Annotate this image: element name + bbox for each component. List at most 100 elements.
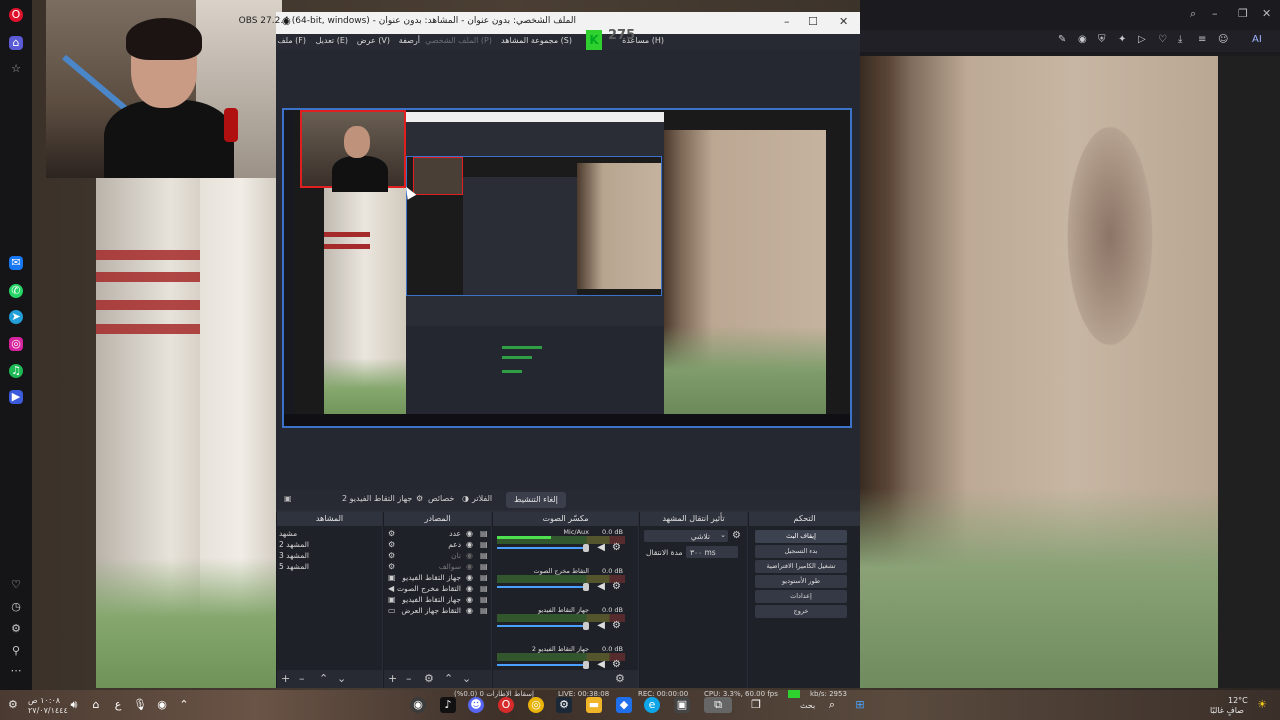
source-item[interactable]: دعم xyxy=(448,540,461,549)
move-up-button[interactable]: ⌃ xyxy=(319,672,328,685)
maximize-button[interactable]: ☐ xyxy=(808,15,818,28)
menu-icon[interactable]: ≡ xyxy=(1198,34,1206,45)
heart-outline-icon[interactable]: ♡ xyxy=(1158,34,1167,45)
source-item[interactable]: تان xyxy=(451,551,461,560)
mute-speaker-icon[interactable]: ◀ xyxy=(597,581,605,592)
transition-gear-icon[interactable]: ⚙ xyxy=(732,530,741,541)
visibility-eye-icon[interactable]: ◉ xyxy=(466,584,473,593)
menu-file[interactable]: ملف (F) xyxy=(277,36,306,45)
source-item[interactable]: التقاط مخرج الصوت xyxy=(397,584,461,593)
lock-icon[interactable]: ▤ xyxy=(480,573,488,582)
visibility-eye-icon[interactable]: ◉ xyxy=(466,551,473,560)
scene-item[interactable]: المشهد 2 xyxy=(279,540,309,549)
volume-slider[interactable] xyxy=(497,664,589,666)
speed-dial-icon[interactable]: ☆ xyxy=(9,62,23,76)
source-item[interactable]: عدد xyxy=(449,529,461,538)
language-indicator-icon[interactable]: ع xyxy=(110,697,126,713)
menu-edit[interactable]: تعديل (E) xyxy=(316,36,348,45)
volume-slider-knob[interactable] xyxy=(583,661,589,669)
move-down-button[interactable]: ⌄ xyxy=(462,672,471,685)
search-label[interactable]: بحث xyxy=(800,701,815,710)
lock-icon[interactable]: ▤ xyxy=(480,562,488,571)
close-button[interactable]: ✕ xyxy=(839,15,848,28)
studio-mode-button[interactable]: طور الأستوديو xyxy=(755,575,847,588)
channel-gear-icon[interactable]: ⚙ xyxy=(612,581,621,592)
clock-time[interactable]: ١٠:٠٨ ص xyxy=(28,696,60,705)
notification-icon[interactable]: ⚙ xyxy=(8,698,18,711)
mixer-gear-icon[interactable]: ⚙ xyxy=(615,672,625,685)
minimize-icon[interactable]: – xyxy=(1212,7,1218,20)
settings-gear-icon[interactable]: ⚙ xyxy=(9,622,23,636)
show-hidden-icons[interactable]: ⌃ xyxy=(176,697,192,713)
edit-icon[interactable]: ✎ xyxy=(1058,34,1066,45)
extensions-icon[interactable]: ✦ xyxy=(1118,34,1126,45)
player-icon[interactable]: ▶ xyxy=(9,390,23,404)
gear-icon[interactable]: ⚙ xyxy=(416,494,423,503)
stop-streaming-button[interactable]: إيقاف البث xyxy=(755,530,847,543)
app-icon[interactable]: ◆ xyxy=(616,697,632,713)
minimize-button[interactable]: – xyxy=(784,15,790,28)
volume-slider[interactable] xyxy=(497,625,589,627)
close-icon[interactable]: ✕ xyxy=(1262,7,1271,20)
settings-button[interactable]: إعدادات xyxy=(755,590,847,603)
history-icon[interactable]: ◷ xyxy=(9,600,23,614)
menu-scene-collection[interactable]: مجموعة المشاهد (S) xyxy=(501,36,572,45)
pin-icon[interactable]: ⚲ xyxy=(9,644,23,658)
source-item[interactable]: جهاز التقاط الفيديو xyxy=(402,595,461,604)
scene-item[interactable]: المشهد 5 xyxy=(279,562,309,571)
edge-icon[interactable]: e xyxy=(644,697,660,713)
discord-icon[interactable]: ☻ xyxy=(468,697,484,713)
deactivate-button[interactable]: إلغاء التنشيط xyxy=(506,492,566,508)
visibility-eye-icon[interactable]: ◉ xyxy=(466,606,473,615)
volume-slider-knob[interactable] xyxy=(583,544,589,552)
scene-preview[interactable] xyxy=(282,108,852,428)
source-item[interactable]: جهاز التقاط الفيديو xyxy=(402,573,461,582)
visibility-eye-icon[interactable]: ◉ xyxy=(466,562,473,571)
visibility-eye-icon[interactable]: ◉ xyxy=(466,573,473,582)
tiktok-icon[interactable]: ♪ xyxy=(440,697,456,713)
exit-button[interactable]: خروج xyxy=(755,605,847,618)
move-up-button[interactable]: ⌃ xyxy=(444,672,453,685)
lock-icon[interactable]: ▤ xyxy=(480,606,488,615)
clock-date[interactable]: ٢٧/٠٧/١٤٤٤ xyxy=(28,706,68,715)
mic-icon[interactable]: 🎙︎ xyxy=(132,697,148,713)
visibility-eye-icon[interactable]: ◉ xyxy=(466,595,473,604)
source-item[interactable]: التقاط جهاز العرض xyxy=(401,606,461,615)
heart-icon[interactable]: ♡ xyxy=(9,578,23,592)
channel-gear-icon[interactable]: ⚙ xyxy=(612,542,621,553)
mute-speaker-icon[interactable]: ◀ xyxy=(597,659,605,670)
search-icon[interactable]: ⌕ xyxy=(824,697,840,713)
file-explorer-icon[interactable]: ▬ xyxy=(586,697,602,713)
channel-gear-icon[interactable]: ⚙ xyxy=(612,620,621,631)
search-icon[interactable]: ⌕ xyxy=(1190,7,1196,21)
source-settings-gear-icon[interactable]: ⚙ xyxy=(424,672,434,685)
windows-start-icon[interactable]: ⊞ xyxy=(852,697,868,713)
opera-icon[interactable]: O xyxy=(498,697,514,713)
remove-scene-button[interactable]: – xyxy=(299,672,305,685)
home-icon[interactable]: ⌂ xyxy=(9,36,23,50)
mute-speaker-icon[interactable]: ◀ xyxy=(597,542,605,553)
lock-icon[interactable]: ▤ xyxy=(480,551,488,560)
network-icon[interactable]: ⌂ xyxy=(88,697,104,713)
whatsapp-icon[interactable]: ✆ xyxy=(9,284,23,298)
mute-speaker-icon[interactable]: ◀ xyxy=(597,620,605,631)
shield-icon[interactable]: ⛨ xyxy=(1098,34,1106,45)
filter-icon[interactable]: ◑ xyxy=(462,494,469,503)
add-source-button[interactable]: + xyxy=(388,672,397,685)
lock-icon[interactable]: ▤ xyxy=(480,584,488,593)
aria-ai-icon[interactable]: AI xyxy=(1252,34,1262,45)
menu-view[interactable]: عرض (V) xyxy=(357,36,390,45)
download-icon[interactable]: ⤓ xyxy=(1178,34,1182,45)
instagram-icon[interactable]: ◎ xyxy=(9,337,23,351)
start-virtual-camera-button[interactable]: تشغيل الكاميرا الافتراضية xyxy=(755,560,847,573)
properties-button[interactable]: خصائص xyxy=(428,494,454,503)
remove-source-button[interactable]: – xyxy=(406,672,412,685)
steam-icon[interactable]: ⚙ xyxy=(556,697,572,713)
scene-item[interactable]: المشهد 3 xyxy=(279,551,309,560)
camera-icon[interactable]: ◉ xyxy=(1078,34,1087,45)
play-icon[interactable]: ▷ xyxy=(1138,34,1146,45)
volume-icon[interactable]: 🔊︎ xyxy=(66,697,82,713)
weather-temperature[interactable]: 12°C xyxy=(1228,696,1248,705)
move-down-button[interactable]: ⌄ xyxy=(337,672,346,685)
app-window-icon[interactable]: ▣ xyxy=(674,697,690,713)
